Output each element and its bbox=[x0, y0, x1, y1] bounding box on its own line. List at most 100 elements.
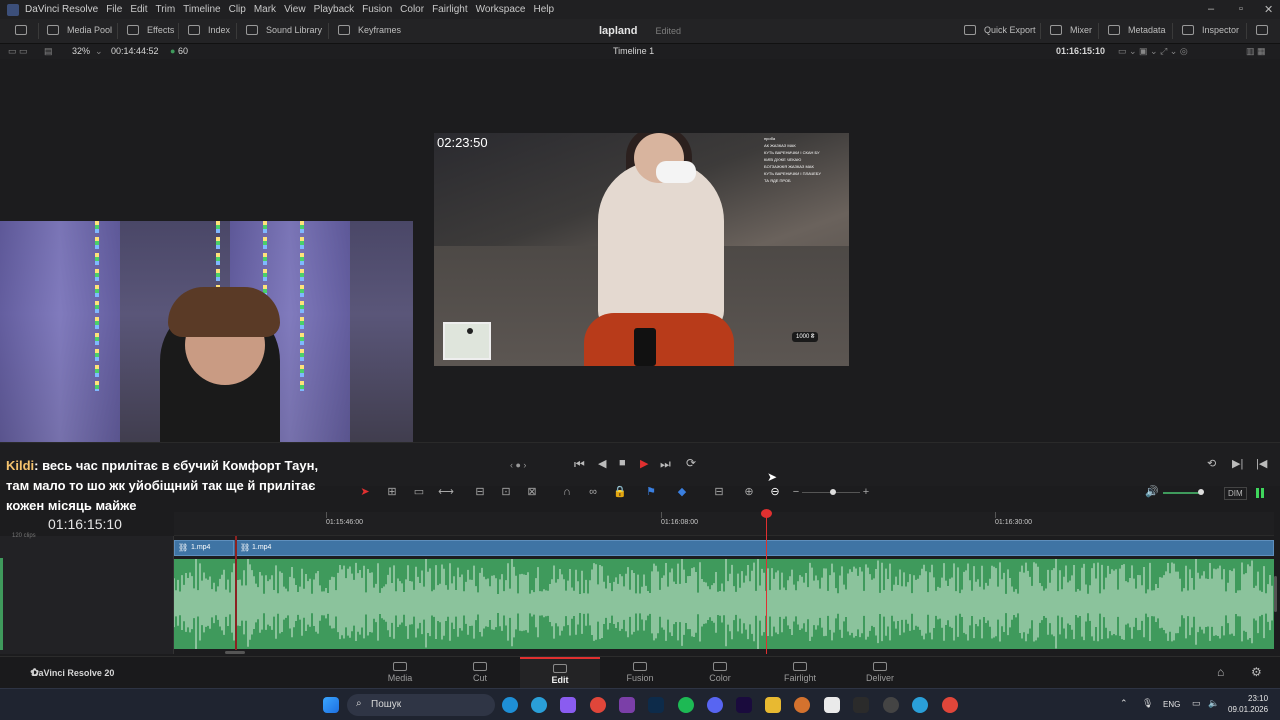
workspace-toggle-icon[interactable] bbox=[15, 25, 27, 35]
go-to-start-icon[interactable]: ⏮ bbox=[574, 457, 585, 472]
dynamic-trim-icon[interactable]: ▭ bbox=[411, 486, 427, 498]
layout-icon[interactable]: ▭ ▭ bbox=[8, 46, 28, 57]
timeline-ruler[interactable]: 01:15:46:00 01:16:08:00 01:16:30:00 bbox=[174, 512, 1274, 536]
speaker-icon[interactable]: 🔈 bbox=[1208, 698, 1219, 709]
loop-playback-icon[interactable]: ⟲ bbox=[1207, 457, 1216, 470]
menu-timeline[interactable]: Timeline bbox=[183, 4, 220, 15]
menu-edit[interactable]: Edit bbox=[130, 4, 147, 15]
edge-icon[interactable] bbox=[502, 697, 518, 713]
position-lock-icon[interactable]: 🔒 bbox=[612, 486, 628, 498]
playhead[interactable] bbox=[766, 512, 767, 654]
prev-edit-icon[interactable]: |◀ bbox=[1256, 457, 1267, 470]
zoom-select[interactable]: 32% bbox=[72, 46, 90, 56]
viewer-options-icon[interactable]: ▭ ⌄ ▣ ⌄ ⤢ ⌄ ◎ bbox=[1118, 46, 1188, 57]
stop-icon[interactable]: ■ bbox=[619, 457, 626, 469]
timeline-clip[interactable]: 1.mp4 bbox=[235, 540, 1274, 556]
playhead-handle[interactable] bbox=[761, 509, 772, 518]
page-edit[interactable]: Edit bbox=[520, 657, 600, 689]
dim-button[interactable]: DIM bbox=[1224, 487, 1247, 500]
telegram-icon[interactable] bbox=[531, 697, 547, 713]
network-icon[interactable]: ▭ bbox=[1192, 698, 1201, 709]
marker-icon[interactable]: ◆ bbox=[674, 486, 690, 498]
play-icon[interactable]: ▶ bbox=[640, 457, 648, 470]
discord-icon[interactable] bbox=[707, 697, 723, 713]
page-deliver[interactable]: Deliver bbox=[840, 657, 920, 689]
home-icon[interactable]: ⌂ bbox=[1217, 665, 1224, 679]
tray-chevron-icon[interactable]: ⌃ bbox=[1120, 698, 1128, 709]
viewer-mode-icon[interactable]: ▤ bbox=[44, 46, 53, 57]
clock-date[interactable]: 09.01.2026 bbox=[1228, 705, 1268, 714]
replace-clip-icon[interactable]: ⊠ bbox=[524, 486, 540, 498]
menu-fusion[interactable]: Fusion bbox=[362, 4, 392, 15]
timeline-scrollbar[interactable] bbox=[225, 651, 245, 654]
notepad-icon[interactable] bbox=[824, 697, 840, 713]
minimize-icon[interactable]: – bbox=[1208, 3, 1214, 15]
microphone-icon[interactable]: 🎙 bbox=[1142, 698, 1153, 709]
effects-button[interactable]: Effects bbox=[127, 25, 174, 35]
panel-toggle-icon[interactable]: ▥ ▦ bbox=[1246, 46, 1266, 57]
volume-slider-handle[interactable] bbox=[1198, 489, 1204, 495]
index-button[interactable]: Index bbox=[188, 25, 230, 35]
edit-point[interactable] bbox=[235, 536, 237, 650]
taskbar-search[interactable]: Пошук bbox=[347, 694, 495, 716]
keyframes-button[interactable]: Keyframes bbox=[338, 25, 401, 35]
audio-track[interactable] bbox=[174, 559, 1274, 649]
volume-icon[interactable]: 🔊 bbox=[1144, 486, 1160, 498]
insert-clip-icon[interactable]: ⊟ bbox=[472, 486, 488, 498]
page-fairlight[interactable]: Fairlight bbox=[760, 657, 840, 689]
app-icon[interactable] bbox=[619, 697, 635, 713]
metadata-button[interactable]: Metadata bbox=[1108, 25, 1166, 35]
page-color[interactable]: Color bbox=[680, 657, 760, 689]
overwrite-clip-icon[interactable]: ⊡ bbox=[498, 486, 514, 498]
copilot-icon[interactable] bbox=[560, 697, 576, 713]
menu-fairlight[interactable]: Fairlight bbox=[432, 4, 468, 15]
menu-playback[interactable]: Playback bbox=[314, 4, 355, 15]
clock-time[interactable]: 23:10 bbox=[1248, 694, 1268, 703]
language-indicator[interactable]: ENG bbox=[1163, 700, 1180, 709]
menu-file[interactable]: File bbox=[106, 4, 122, 15]
zoom-full-icon[interactable]: ⊟ bbox=[711, 486, 727, 498]
zoom-detail-icon[interactable]: ⊕ bbox=[741, 486, 757, 498]
menu-workspace[interactable]: Workspace bbox=[476, 4, 526, 15]
menu-clip[interactable]: Clip bbox=[229, 4, 246, 15]
photoshop-icon[interactable] bbox=[648, 697, 664, 713]
trim-tool-icon[interactable]: ⊞ bbox=[384, 486, 400, 498]
next-edit-icon[interactable]: ▶| bbox=[1232, 457, 1243, 470]
sound-library-button[interactable]: Sound Library bbox=[246, 25, 322, 35]
inspector-button[interactable]: Inspector bbox=[1182, 25, 1239, 35]
jog-control-icon[interactable]: ‹ ● › bbox=[510, 460, 526, 470]
chevron-down-icon[interactable]: ⌄ bbox=[95, 46, 103, 57]
media-pool-button[interactable]: Media Pool bbox=[47, 25, 112, 35]
page-cut[interactable]: Cut bbox=[440, 657, 520, 689]
settings-icon[interactable]: ⚙ bbox=[1251, 665, 1262, 679]
resolve-taskbar-icon[interactable] bbox=[853, 697, 869, 713]
premiere-icon[interactable] bbox=[736, 697, 752, 713]
obs-icon[interactable] bbox=[883, 697, 899, 713]
go-to-end-icon[interactable]: ⏭ bbox=[660, 457, 671, 472]
spotify-icon[interactable] bbox=[678, 697, 694, 713]
track-scrollbar[interactable] bbox=[1274, 576, 1277, 612]
menu-view[interactable]: View bbox=[284, 4, 306, 15]
zoom-custom-icon[interactable]: ⊖ bbox=[767, 486, 783, 498]
restore-icon[interactable]: ▫ bbox=[1239, 3, 1243, 15]
snapping-icon[interactable]: ∩ bbox=[559, 486, 575, 498]
page-fusion[interactable]: Fusion bbox=[600, 657, 680, 689]
timeline-name[interactable]: Timeline 1 bbox=[613, 46, 654, 56]
flag-icon[interactable]: ⚑ bbox=[643, 486, 659, 498]
chrome-icon[interactable] bbox=[590, 697, 606, 713]
menu-color[interactable]: Color bbox=[400, 4, 424, 15]
loop-icon[interactable]: ⟳ bbox=[686, 456, 696, 470]
chrome-2-icon[interactable] bbox=[942, 697, 958, 713]
firefox-icon[interactable] bbox=[794, 697, 810, 713]
play-reverse-icon[interactable]: ◀ bbox=[598, 457, 606, 470]
page-media[interactable]: Media bbox=[360, 657, 440, 689]
menu-help[interactable]: Help bbox=[533, 4, 554, 15]
blade-tool-icon[interactable]: ⟷ bbox=[438, 486, 454, 498]
telegram-2-icon[interactable] bbox=[912, 697, 928, 713]
menu-mark[interactable]: Mark bbox=[254, 4, 276, 15]
zoom-in-icon[interactable]: + bbox=[858, 486, 874, 498]
linked-selection-icon[interactable]: ∞ bbox=[585, 486, 601, 498]
selection-tool-icon[interactable]: ➤ bbox=[357, 486, 373, 498]
start-icon[interactable] bbox=[323, 697, 339, 713]
quick-export-button[interactable]: Quick Export bbox=[964, 25, 1036, 35]
